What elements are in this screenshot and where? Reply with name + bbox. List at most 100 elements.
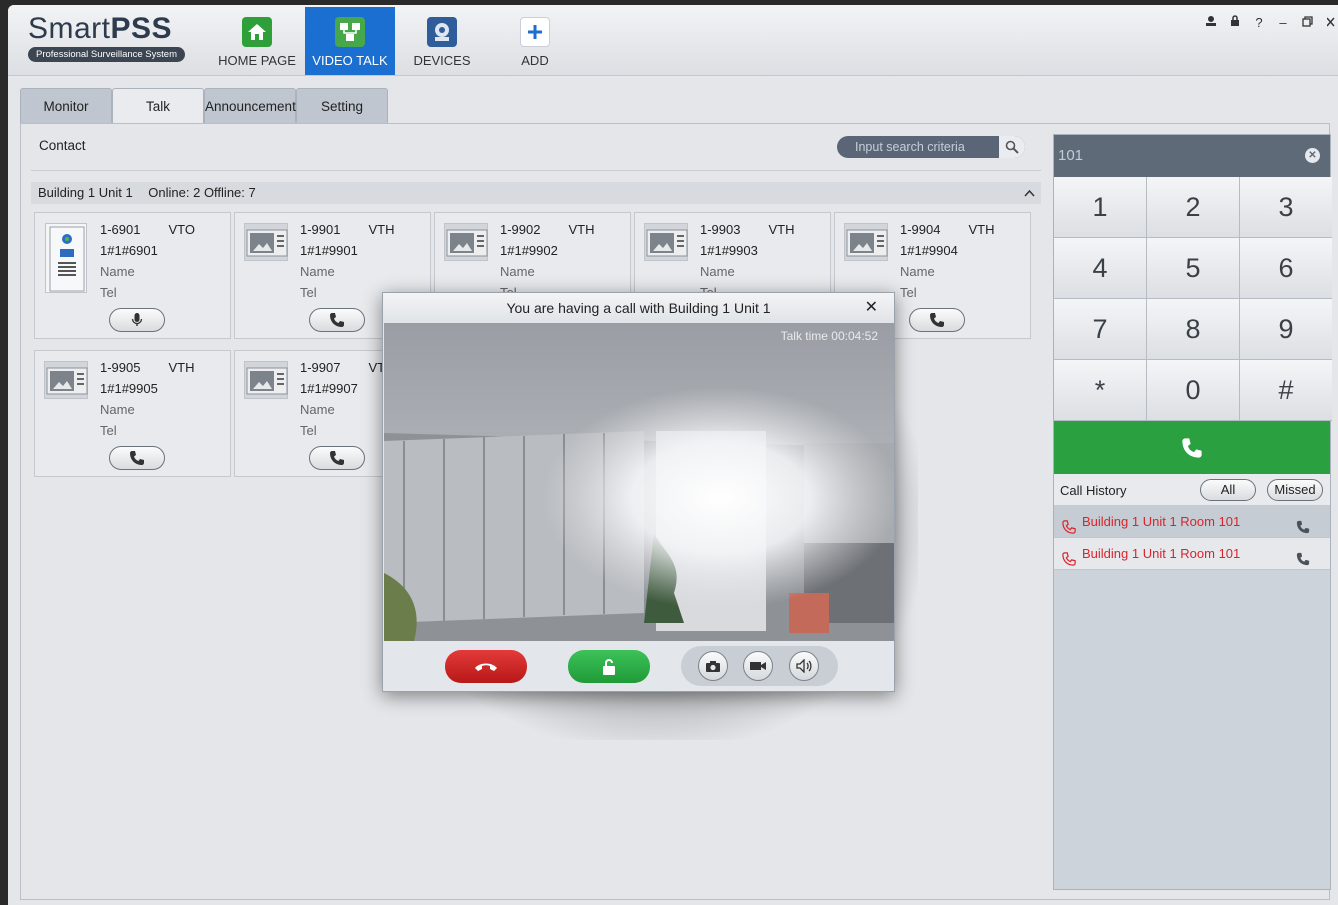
top-bar: SmartPSS Professional Surveillance Syste… [8, 5, 1338, 76]
filter-missed-button[interactable]: Missed [1267, 479, 1323, 501]
vth-device-icon [244, 361, 288, 399]
lock-icon[interactable] [1228, 15, 1242, 30]
minimize-button[interactable]: – [1276, 15, 1290, 30]
divider [31, 170, 1041, 171]
nav-video-talk-label: VIDEO TALK [312, 53, 388, 68]
video-talk-icon [335, 17, 365, 47]
card-id: 1-9903 [700, 222, 741, 237]
dial-key-2[interactable]: 2 [1147, 177, 1240, 238]
card-name: Name [300, 402, 335, 417]
restore-icon[interactable] [1300, 15, 1314, 30]
call-button[interactable] [309, 446, 365, 470]
nav-home-page[interactable]: HOME PAGE [212, 7, 302, 75]
call-history-title: Call History [1060, 483, 1127, 498]
video-record-icon [750, 662, 766, 670]
group-header[interactable]: Building 1 Unit 1 Online: 2 Offline: 7 [31, 182, 1041, 204]
card-type: VTH [768, 222, 795, 237]
call-history-row[interactable]: Building 1 Unit 1 Room 101 [1054, 506, 1330, 538]
filter-all-button[interactable]: All [1200, 479, 1256, 501]
card-name: Name [100, 264, 135, 279]
call-dialog-title: You are having a call with Building 1 Un… [383, 293, 894, 323]
dial-key-6[interactable]: 6 [1240, 238, 1332, 299]
card-code: 1#1#9904 [900, 243, 958, 258]
dial-key-star[interactable]: * [1054, 360, 1147, 421]
volume-button[interactable] [789, 651, 819, 681]
chevron-up-icon[interactable] [1024, 182, 1035, 204]
call-history-label: Building 1 Unit 1 Room 101 [1082, 546, 1241, 561]
card-type: VTH [368, 222, 395, 237]
card-tel: Tel [300, 423, 317, 438]
hangup-icon [475, 663, 497, 671]
nav-devices[interactable]: DEVICES [397, 7, 487, 75]
dial-key-5[interactable]: 5 [1147, 238, 1240, 299]
devices-icon [427, 17, 457, 47]
nav-video-talk[interactable]: VIDEO TALK [305, 7, 395, 75]
call-history-row[interactable]: Building 1 Unit 1 Room 101 [1054, 538, 1330, 570]
phone-icon [330, 451, 344, 465]
search-placeholder: Input search criteria [855, 140, 965, 154]
close-icon[interactable]: ✕ [865, 293, 878, 323]
missed-call-icon [1062, 546, 1076, 578]
search-icon[interactable] [999, 136, 1025, 158]
dial-key-9[interactable]: 9 [1240, 299, 1332, 360]
tab-talk[interactable]: Talk [112, 88, 204, 124]
unlock-button[interactable] [568, 650, 650, 683]
nav-devices-label: DEVICES [413, 53, 471, 68]
nav-add-label: ADD [521, 53, 549, 68]
dial-key-7[interactable]: 7 [1054, 299, 1147, 360]
dial-call-button[interactable] [1054, 421, 1330, 474]
add-icon [520, 17, 550, 47]
phone-icon[interactable] [1296, 546, 1310, 578]
card-id: 1-9902 [500, 222, 541, 237]
close-icon[interactable] [1324, 15, 1338, 30]
talk-button[interactable] [109, 308, 165, 332]
card-tel: Tel [100, 423, 117, 438]
group-status: Online: 2 Offline: 7 [148, 185, 256, 200]
card-id: 1-9901 [300, 222, 341, 237]
dialpad-panel: 101 ✕ 1 2 3 4 5 6 7 8 9 * 0 # Call Histo… [1053, 134, 1332, 890]
card-name: Name [100, 402, 135, 417]
dial-key-1[interactable]: 1 [1054, 177, 1147, 238]
dial-key-8[interactable]: 8 [1147, 299, 1240, 360]
phone-icon [330, 313, 344, 327]
call-button[interactable] [109, 446, 165, 470]
tab-monitor[interactable]: Monitor [20, 88, 112, 124]
card-name: Name [300, 264, 335, 279]
tab-setting[interactable]: Setting [296, 88, 388, 124]
vth-device-icon [244, 223, 288, 261]
contact-card[interactable]: 1-6901 VTO 1#1#6901 Name Tel [34, 212, 231, 339]
call-button[interactable] [309, 308, 365, 332]
snapshot-button[interactable] [698, 651, 728, 681]
clear-icon[interactable]: ✕ [1305, 148, 1320, 163]
nav-add[interactable]: ADD [490, 7, 580, 75]
dial-key-4[interactable]: 4 [1054, 238, 1147, 299]
user-icon[interactable] [1204, 15, 1218, 30]
nav-home-label: HOME PAGE [218, 53, 296, 68]
vth-device-icon [644, 223, 688, 261]
hangup-button[interactable] [445, 650, 527, 683]
card-code: 1#1#6901 [100, 243, 158, 258]
dial-key-3[interactable]: 3 [1240, 177, 1332, 238]
app-logo: SmartPSS Professional Surveillance Syste… [28, 13, 188, 62]
record-button[interactable] [743, 651, 773, 681]
contact-card[interactable]: 1-9905 VTH 1#1#9905 Name Tel [34, 350, 231, 477]
dial-key-hash[interactable]: # [1240, 360, 1332, 421]
card-name: Name [500, 264, 535, 279]
dial-key-0[interactable]: 0 [1147, 360, 1240, 421]
search-input[interactable]: Input search criteria [837, 136, 1025, 158]
card-tel: Tel [100, 285, 117, 300]
dial-number-input[interactable]: 101 ✕ [1054, 135, 1330, 177]
card-code: 1#1#9901 [300, 243, 358, 258]
call-controls [383, 641, 894, 691]
card-id: 1-6901 [100, 222, 141, 237]
help-button[interactable]: ? [1252, 15, 1266, 30]
dial-number-value: 101 [1058, 147, 1084, 164]
card-code: 1#1#9907 [300, 381, 358, 396]
talk-time-label: Talk time 00:04:52 [780, 329, 878, 343]
tab-announcement[interactable]: Announcement [204, 88, 296, 124]
phone-icon [1182, 437, 1202, 458]
card-tel: Tel [900, 285, 917, 300]
card-id: 1-9907 [300, 360, 341, 375]
contact-title: Contact [39, 138, 86, 153]
microphone-icon [131, 313, 143, 326]
